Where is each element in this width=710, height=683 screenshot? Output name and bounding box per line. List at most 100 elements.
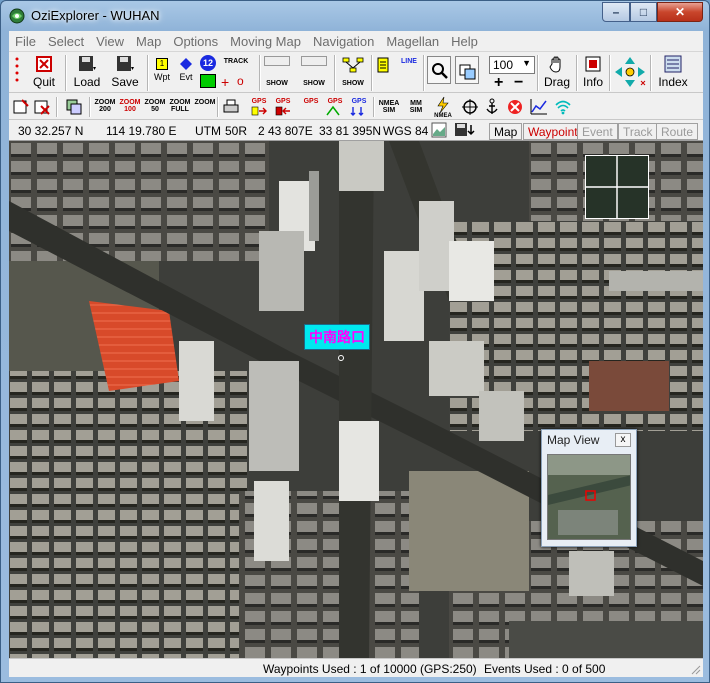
track-label[interactable]: TRACK [221,58,251,65]
menu-help[interactable]: Help [445,31,484,51]
map-view-thumbnail[interactable] [547,454,631,540]
close-button[interactable]: ✕ [657,2,703,22]
event-diamond-icon [180,58,192,70]
tab-event[interactable]: Event [577,123,618,140]
datum-value: WGS 84 [383,124,429,138]
zoom-50-button[interactable]: ZOOM 50 [143,99,167,113]
gps-routes-button[interactable]: GPS [325,98,345,105]
toolbar-handle-icon [15,57,19,82]
menu-view[interactable]: View [90,31,130,51]
window-title: OziExplorer - WUHAN [31,8,160,23]
route-12-icon[interactable]: 12 [200,55,216,71]
map-tile-grid [585,155,649,219]
menu-moving-map[interactable]: Moving Map [224,31,307,51]
show-waypoints-label[interactable]: SHOW [264,80,290,87]
quit-button[interactable]: Quit [29,52,59,89]
show-routes-label[interactable]: SHOW [339,80,367,87]
menu-file[interactable]: File [9,31,42,51]
zoom-out-button[interactable]: − [514,74,523,92]
save-position-icon[interactable] [454,122,476,138]
delete-map-icon[interactable] [33,98,51,116]
info-button[interactable]: Info [579,52,607,89]
zoom-100-button[interactable]: ZOOM 100 [118,99,142,113]
chart-line-icon[interactable] [530,98,548,116]
title-bar[interactable]: OziExplorer - WUHAN – □ ✕ [1,1,709,31]
map-view-close-button[interactable]: x [615,433,631,447]
info-label: Info [582,75,603,89]
zoom-full-button[interactable]: ZOOM FULL [168,99,192,113]
longitude-value: 114 19.780 E [106,124,177,138]
save-label: Save [111,75,139,89]
show-events-bar-icon[interactable] [301,56,327,66]
index-label: Index [658,75,688,89]
map-window-button[interactable] [455,56,479,84]
map-canvas[interactable]: 中南路口 Map View x [9,141,703,658]
event-button[interactable]: Evt [175,52,197,82]
show-events-label[interactable]: SHOW [301,80,327,87]
tab-route[interactable]: Route [656,123,699,140]
index-button[interactable]: Index [656,52,690,89]
circle-red-icon[interactable]: o [237,74,244,88]
map-view-panel[interactable]: Map View x [541,429,637,547]
zoom-200-button[interactable]: ZOOM 200 [93,99,117,113]
nmea-lightning-icon[interactable] [434,96,452,114]
toolbar-separator [650,55,652,91]
zoom-custom-button[interactable]: ZOOM [193,99,217,106]
gps-waypoints-button[interactable]: GPS [301,98,321,105]
magnifier-icon [432,63,448,79]
menu-select[interactable]: Select [42,31,90,51]
find-button[interactable] [427,56,451,84]
anchor-icon[interactable] [483,98,501,116]
stop-alarm-icon[interactable] [506,98,524,116]
toolbar-separator [89,97,91,117]
mm-sim-button[interactable]: MM SIM [404,100,428,114]
index-map-icon [664,55,682,73]
show-waypoints-bar-icon[interactable] [264,56,290,66]
toolbar-separator [56,97,58,117]
printer-icon[interactable] [222,98,240,116]
waypoint-button[interactable]: 1 Wpt [151,52,173,82]
route-tree-icon[interactable] [341,56,365,76]
status-bar: Waypoints Used : 1 of 10000 (GPS:250) Ev… [9,658,703,677]
pan-arrows-icon[interactable] [613,55,647,89]
map-image-icon[interactable] [431,122,447,138]
gps-tracks-icon [350,107,364,116]
tab-waypoint[interactable]: Waypoint [523,123,583,140]
gps-send-arrow-icon [251,106,267,116]
drag-label: Drag [543,75,570,89]
menu-options[interactable]: Options [167,31,224,51]
wifi-signal-icon[interactable] [554,98,572,116]
menu-magellan[interactable]: Magellan [380,31,445,51]
green-square-icon[interactable] [200,74,216,88]
window-icon [459,64,476,80]
main-toolbar: Quit Load Save 1 Wpt Evt 12 TRACK + o SH… [9,51,703,93]
menu-navigation[interactable]: Navigation [307,31,380,51]
select-map-icon[interactable] [12,98,30,116]
events-used-status: Events Used : 0 of 500 [484,662,606,676]
zoom-in-button[interactable]: + [494,74,503,92]
tab-track[interactable]: Track [618,123,658,140]
tab-map[interactable]: Map [489,123,523,140]
maximize-button[interactable]: □ [630,2,657,22]
waypoint-marker[interactable] [338,355,344,361]
drag-button[interactable]: Drag [542,52,572,89]
minimize-button[interactable]: – [602,2,630,22]
load-label: Load [73,75,101,89]
list-yellow-icon[interactable] [376,56,394,74]
load-button[interactable]: Load [71,52,103,89]
waypoint-label[interactable]: 中南路口 [304,324,370,350]
nmea-sim-button[interactable]: NMEA SIM [377,100,401,114]
resize-grip-icon[interactable] [689,663,701,675]
quit-icon [36,56,52,72]
coordinate-bar: 30 32.257 N 114 19.780 E UTM 50R 2 43 80… [9,121,703,141]
gps-send-button[interactable]: GPS [249,98,269,105]
line-label[interactable]: LINE [398,58,420,65]
map-list-icon[interactable] [65,98,83,116]
zoom-level-select[interactable]: 100 ▼ [489,56,535,74]
plus-red-icon[interactable]: + [221,74,229,90]
gps-receive-button[interactable]: GPS [273,98,293,105]
gps-tracks-button[interactable]: GPS [349,98,369,105]
menu-map[interactable]: Map [130,31,167,51]
crosshair-icon[interactable] [461,98,479,116]
save-button[interactable]: Save [109,52,141,89]
